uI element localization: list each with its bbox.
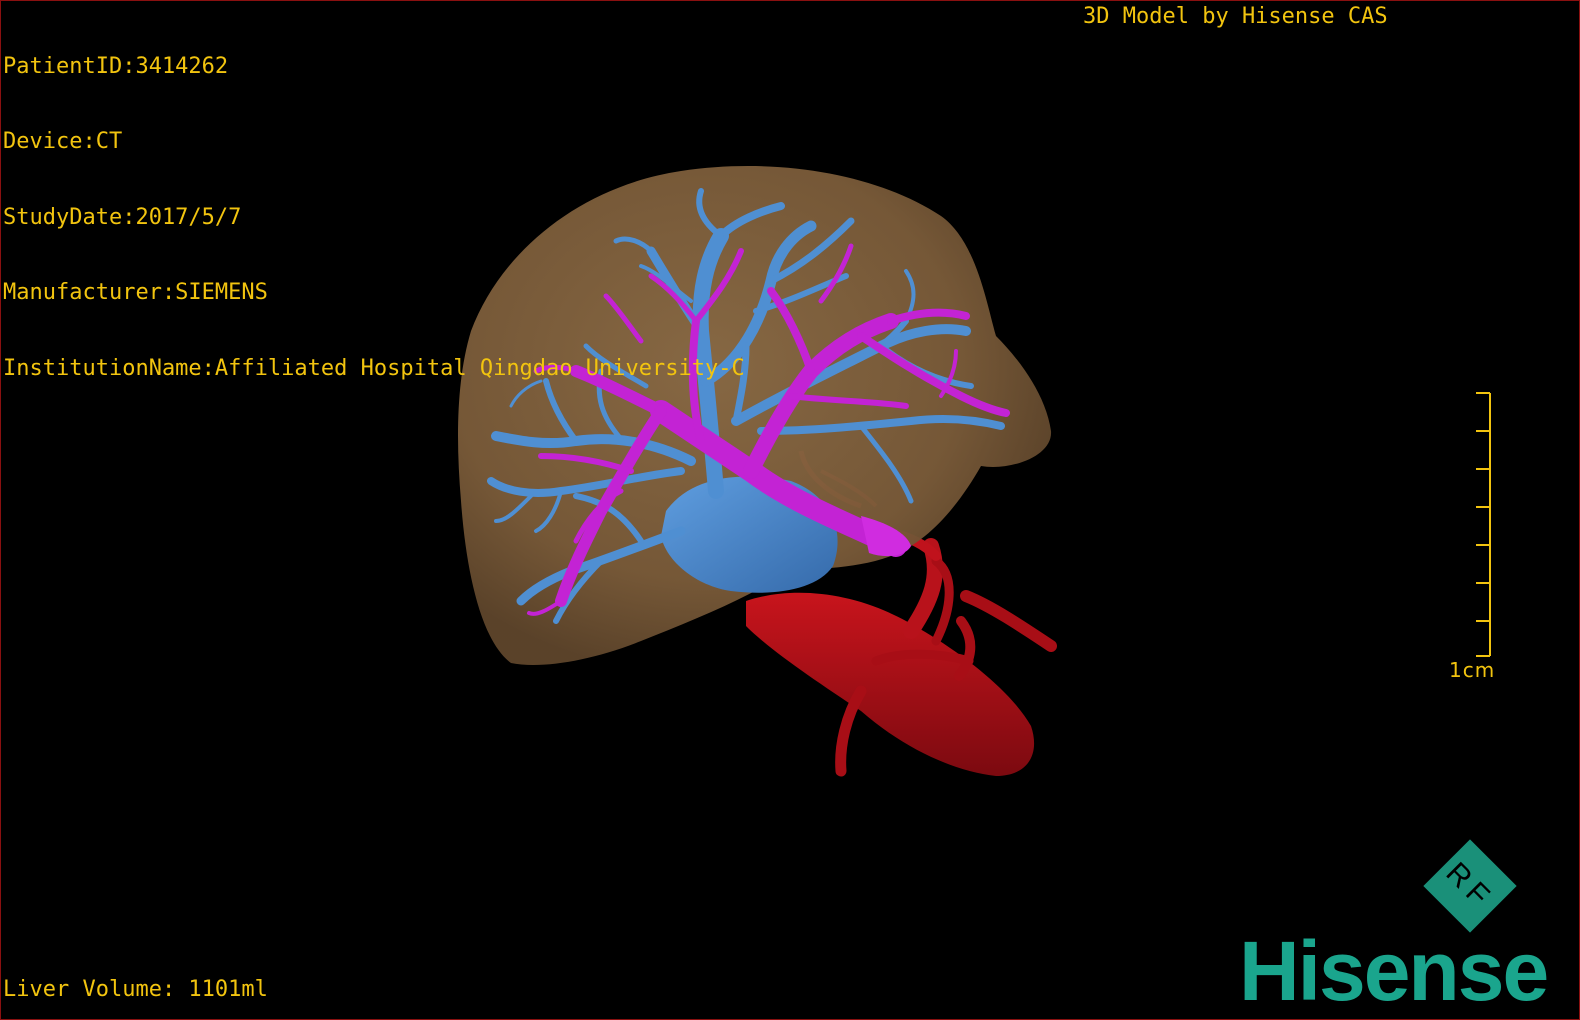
institution-name: InstitutionName:Affiliated Hospital Qing… <box>3 355 745 381</box>
scale-bar-label: 1cm <box>1449 658 1496 682</box>
manufacturer: Manufacturer:SIEMENS <box>3 280 268 306</box>
device: Device:CT <box>3 129 123 155</box>
3d-viewport[interactable]: PatientID:3414262 Device:CT StudyDate:20… <box>0 0 1580 1020</box>
hisense-logo: Hisense <box>1239 924 1549 1018</box>
patient-id: PatientID:3414262 <box>3 54 229 79</box>
study-info-panel: PatientID:3414262 Device:CT StudyDate:20… <box>3 4 745 431</box>
model-credit: 3D Model by Hisense CAS <box>1083 4 1388 29</box>
liver-volume: Liver Volume: 1101ml <box>3 977 268 1002</box>
scale-bar <box>1476 392 1491 657</box>
study-date: StudyDate:2017/5/7 <box>3 204 242 230</box>
